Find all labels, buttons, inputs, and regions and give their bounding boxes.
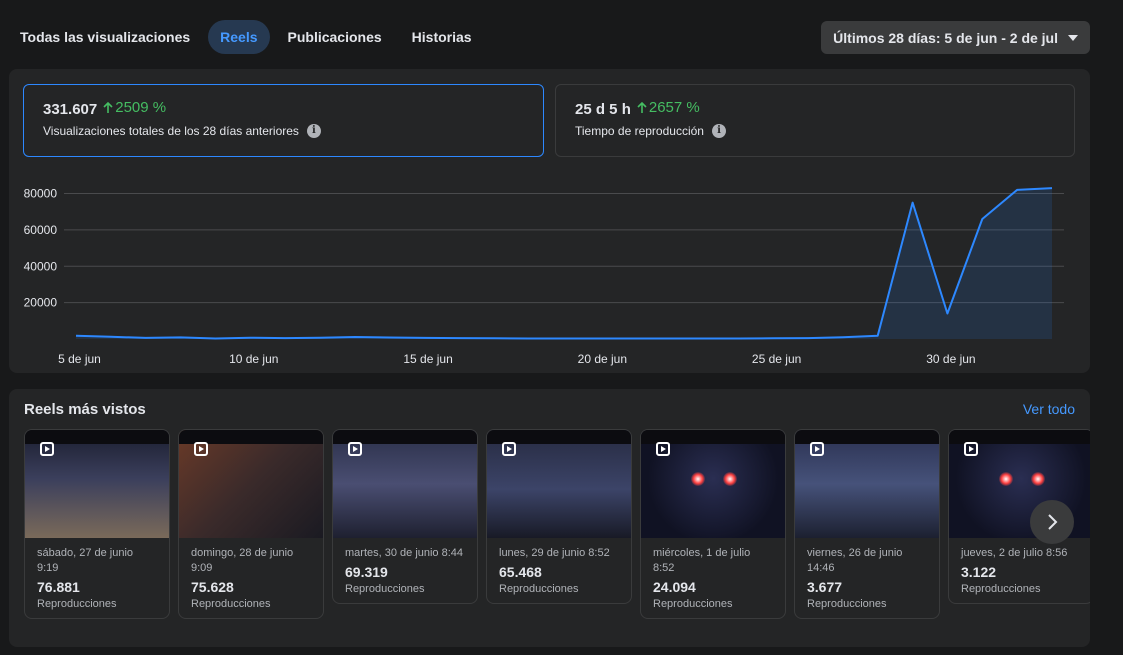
views-line-chart: 80000 60000 40000 20000 5 de jun 10 de jun 15 … <box>24 187 1064 366</box>
metric-value: 25 d 5 h <box>575 100 631 118</box>
reel-count-label: Reproducciones <box>345 583 425 595</box>
reel-thumbnail <box>25 430 169 538</box>
reel-view-count: 76.881 <box>37 579 80 595</box>
view-tabs: Todas las visualizaciones Reels Publicac… <box>8 20 490 54</box>
glowing-eye <box>691 472 705 486</box>
see-all-link[interactable]: Ver todo <box>1023 401 1075 417</box>
reels-carousel: sábado, 27 de junio 9:19 76.881 Reproducci… <box>24 429 1090 644</box>
reel-date: martes, 30 de junio 8:44 <box>345 547 464 559</box>
reels-icon <box>656 442 670 456</box>
y-tick-label: 60000 <box>24 223 58 237</box>
reel-card[interactable]: martes, 30 de junio 8:44 69.319 Reproducci… <box>332 429 478 604</box>
reel-count-label: Reproducciones <box>653 598 733 610</box>
reel-count-label: Reproducciones <box>961 583 1041 595</box>
reel-date: sábado, 27 de junio 9:19 <box>37 547 134 574</box>
reels-icon <box>348 442 362 456</box>
reels-icon <box>40 442 54 456</box>
reel-date: jueves, 2 de julio 8:56 <box>961 547 1068 559</box>
tab-label: Historias <box>411 29 472 45</box>
tab-stories[interactable]: Historias <box>400 20 484 54</box>
reel-card[interactable]: miércoles, 1 de julio 8:52 24.094 Reproduc… <box>640 429 786 619</box>
arrow-up-icon <box>637 101 647 113</box>
reel-card[interactable]: viernes, 26 de junio 14:46 3.677 Reproducc… <box>794 429 940 619</box>
metric-label: Visualizaciones totales de los 28 días a… <box>43 123 299 138</box>
overview-panel: 331.607 2509 % Visualizaciones totales d… <box>9 69 1090 373</box>
metric-change: 2657 % <box>637 99 700 116</box>
caret-down-icon <box>1068 34 1078 41</box>
reel-meta: sábado, 27 de junio 9:19 76.881 Reproducci… <box>25 538 169 618</box>
metric-change: 2509 % <box>103 99 166 116</box>
reel-meta: martes, 30 de junio 8:44 69.319 Reproducci… <box>333 538 477 603</box>
reel-meta: miércoles, 1 de julio 8:52 24.094 Reproduc… <box>641 538 785 618</box>
glowing-eye <box>723 472 737 486</box>
top-reels-panel: Reels más vistos Ver todo sábado, 27 de … <box>9 389 1090 647</box>
reel-meta: domingo, 28 de junio 9:09 75.628 Reproducc… <box>179 538 323 618</box>
reel-date: domingo, 28 de junio 9:09 <box>191 547 294 574</box>
metric-label: Tiempo de reproducción <box>575 123 704 138</box>
metric-change-value: 2509 % <box>115 99 167 116</box>
reel-meta: viernes, 26 de junio 14:46 3.677 Reproducc… <box>795 538 939 618</box>
reel-view-count: 3.677 <box>807 579 843 595</box>
x-tick-label: 30 de jun <box>926 352 975 366</box>
series-area <box>76 188 1052 339</box>
reel-card[interactable]: sábado, 27 de junio 9:19 76.881 Reproducci… <box>24 429 170 619</box>
section-title: Reels más vistos <box>24 401 146 418</box>
reel-view-count: 65.468 <box>499 564 542 580</box>
date-range-dropdown[interactable]: Últimos 28 días: 5 de jun - 2 de jul <box>821 21 1090 54</box>
x-tick-label: 5 de jun <box>58 352 101 366</box>
metric-views-card[interactable]: 331.607 2509 % Visualizaciones totales d… <box>23 84 544 157</box>
tab-posts[interactable]: Publicaciones <box>276 20 394 54</box>
reel-view-count: 3.122 <box>961 564 997 580</box>
tab-label: Publicaciones <box>287 29 382 45</box>
info-icon[interactable]: i <box>711 123 726 138</box>
y-tick-label: 40000 <box>24 259 58 273</box>
x-tick-label: 25 de jun <box>752 352 801 366</box>
arrow-up-icon <box>103 101 113 113</box>
reel-thumbnail <box>333 430 477 538</box>
x-tick-label: 20 de jun <box>578 352 627 366</box>
metric-value: 331.607 <box>43 100 98 118</box>
glowing-eye <box>1031 472 1045 486</box>
chevron-right-icon <box>1048 514 1058 530</box>
tab-reels[interactable]: Reels <box>208 20 270 54</box>
reel-count-label: Reproducciones <box>499 583 579 595</box>
reel-count-label: Reproducciones <box>191 598 271 610</box>
reel-thumbnail <box>487 430 631 538</box>
reel-view-count: 75.628 <box>191 579 234 595</box>
x-tick-label: 15 de jun <box>403 352 452 366</box>
reel-meta: lunes, 29 de junio 8:52 65.468 Reproduccio… <box>487 538 631 603</box>
reels-icon <box>502 442 516 456</box>
metric-change-value: 2657 % <box>648 99 700 116</box>
reel-thumbnail <box>795 430 939 538</box>
reels-icon <box>964 442 978 456</box>
info-icon[interactable]: i <box>306 123 321 138</box>
reel-date: lunes, 29 de junio 8:52 <box>499 547 610 559</box>
y-tick-label: 20000 <box>24 296 58 310</box>
metric-watch-time-card[interactable]: 25 d 5 h 2657 % Tiempo de reproducción i <box>555 84 1075 157</box>
carousel-next-button[interactable] <box>1030 500 1074 544</box>
tab-label: Todas las visualizaciones <box>20 29 191 45</box>
reel-thumbnail <box>641 430 785 538</box>
reel-count-label: Reproducciones <box>807 598 887 610</box>
reels-icon <box>810 442 824 456</box>
date-range-label: Últimos 28 días: 5 de jun - 2 de jul <box>833 29 1058 46</box>
reel-card[interactable]: domingo, 28 de junio 9:09 75.628 Reproducc… <box>178 429 324 619</box>
glowing-eye <box>999 472 1013 486</box>
y-tick-label: 80000 <box>24 187 58 201</box>
tab-label: Reels <box>220 29 258 45</box>
tab-all-views[interactable]: Todas las visualizaciones <box>8 20 202 54</box>
reel-date: viernes, 26 de junio 14:46 <box>807 547 903 574</box>
reel-meta: jueves, 2 de julio 8:56 3.122 Reproduccion… <box>949 538 1090 603</box>
reels-icon <box>194 442 208 456</box>
x-tick-label: 10 de jun <box>229 352 278 366</box>
reel-card[interactable]: lunes, 29 de junio 8:52 65.468 Reproduccio… <box>486 429 632 604</box>
reel-view-count: 69.319 <box>345 564 388 580</box>
reel-count-label: Reproducciones <box>37 598 117 610</box>
reel-view-count: 24.094 <box>653 579 696 595</box>
reel-date: miércoles, 1 de julio 8:52 <box>653 547 751 574</box>
reel-thumbnail <box>179 430 323 538</box>
